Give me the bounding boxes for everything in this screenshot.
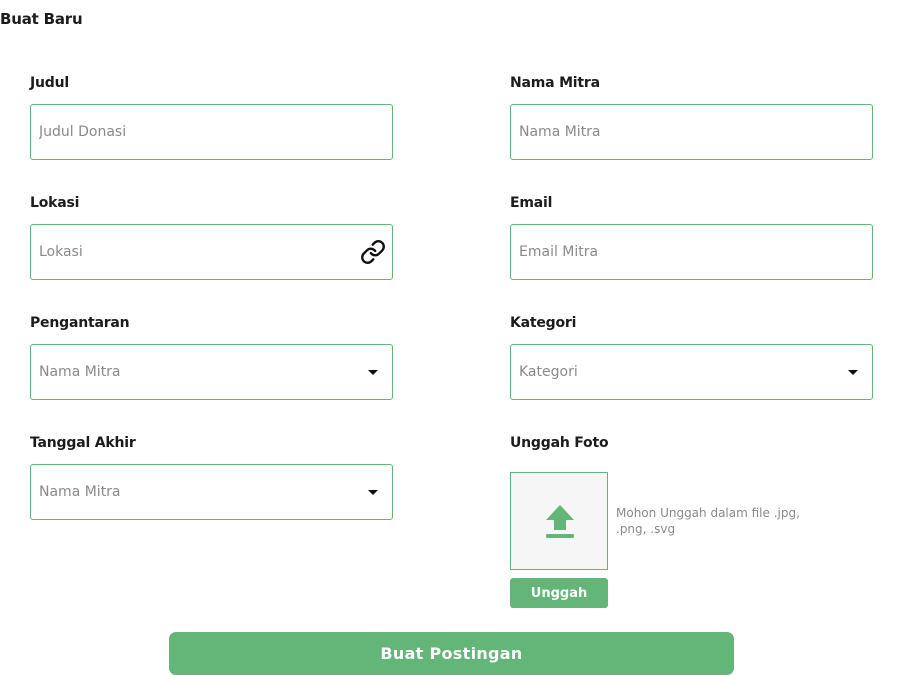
upload-icon	[546, 505, 574, 538]
judul-field	[30, 104, 393, 160]
unggah-foto-label: Unggah Foto	[510, 435, 609, 451]
nama-mitra-field	[510, 104, 873, 160]
kategori-selected-value: Kategori	[519, 364, 578, 380]
lokasi-label: Lokasi	[30, 195, 80, 211]
email-input[interactable]	[511, 225, 872, 279]
link-icon[interactable]	[360, 239, 386, 265]
page-title: Buat Baru	[0, 10, 83, 28]
lokasi-input[interactable]	[31, 225, 392, 279]
pengantaran-select[interactable]: Nama Mitra	[30, 344, 393, 400]
chevron-down-icon	[368, 370, 378, 375]
email-label: Email	[510, 195, 553, 211]
email-field	[510, 224, 873, 280]
lokasi-field	[30, 224, 393, 280]
upload-button[interactable]: Unggah	[510, 578, 608, 608]
nama-mitra-input[interactable]	[511, 105, 872, 159]
nama-mitra-label: Nama Mitra	[510, 75, 600, 91]
pengantaran-label: Pengantaran	[30, 315, 130, 331]
create-post-page: Buat Baru Judul Nama Mitra Lokasi Email …	[0, 0, 903, 675]
judul-label: Judul	[30, 75, 69, 91]
create-post-button[interactable]: Buat Postingan	[169, 632, 734, 675]
pengantaran-selected-value: Nama Mitra	[39, 364, 121, 380]
tanggal-akhir-label: Tanggal Akhir	[30, 435, 136, 451]
photo-dropzone[interactable]	[510, 472, 608, 570]
judul-input[interactable]	[31, 105, 392, 159]
chevron-down-icon	[848, 370, 858, 375]
kategori-select[interactable]: Kategori	[510, 344, 873, 400]
tanggal-akhir-selected-value: Nama Mitra	[39, 484, 121, 500]
chevron-down-icon	[368, 490, 378, 495]
kategori-label: Kategori	[510, 315, 577, 331]
tanggal-akhir-select[interactable]: Nama Mitra	[30, 464, 393, 520]
upload-hint-text: Mohon Unggah dalam file .jpg, .png, .svg	[616, 506, 800, 536]
